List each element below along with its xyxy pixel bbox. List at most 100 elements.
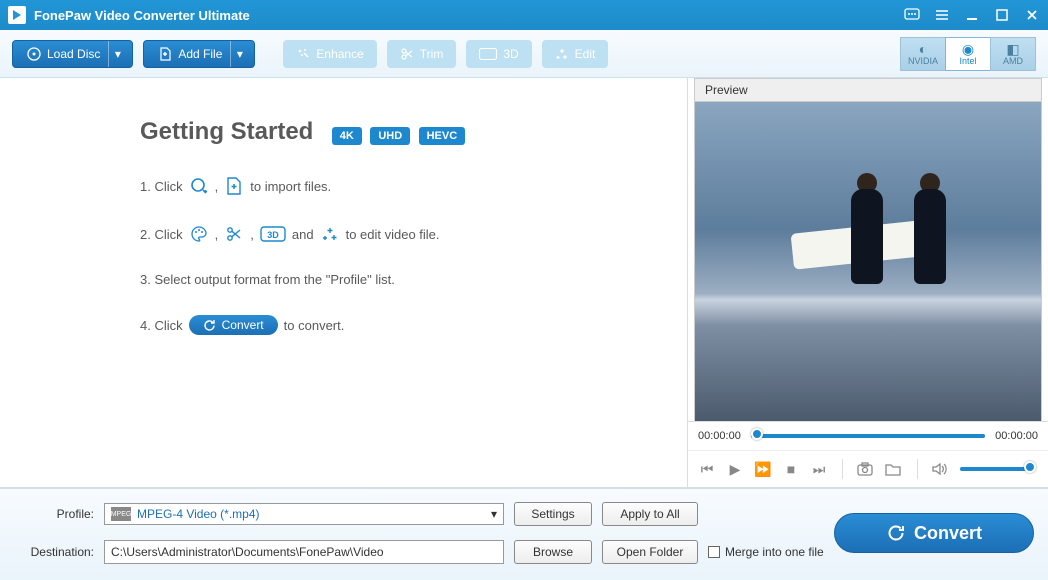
step-2: 2. Click , , 3D and to edit video file.	[140, 224, 667, 244]
settings-button[interactable]: Settings	[514, 502, 592, 526]
format-icon: MPEG	[111, 507, 131, 521]
folder-icon[interactable]	[885, 462, 903, 476]
load-disc-label: Load Disc	[47, 47, 100, 61]
step-3-text: 3. Select output format from the "Profil…	[140, 272, 395, 287]
chevron-down-icon[interactable]: ▾	[230, 41, 248, 67]
file-plus-icon	[158, 47, 172, 61]
window-controls	[904, 7, 1040, 23]
svg-text:3D: 3D	[267, 230, 279, 240]
close-icon[interactable]	[1024, 7, 1040, 23]
step-4-suffix: to convert.	[284, 318, 345, 333]
badge-4k: 4K	[332, 127, 362, 145]
menu-icon[interactable]	[934, 7, 950, 23]
convert-pill: Convert	[189, 315, 278, 335]
preview-image	[694, 102, 1042, 421]
scissors-icon	[400, 47, 414, 61]
refresh-icon	[886, 523, 906, 543]
step-1-prefix: 1. Click	[140, 179, 183, 194]
minimize-icon[interactable]	[964, 7, 980, 23]
gpu-nvidia-button[interactable]: ◐NVIDIA	[900, 37, 946, 71]
step-3: 3. Select output format from the "Profil…	[140, 272, 667, 287]
scissors-step-icon	[224, 224, 244, 244]
fast-forward-icon[interactable]: ⏩	[754, 461, 772, 478]
trim-button: Trim	[387, 40, 457, 68]
browse-button[interactable]: Browse	[514, 540, 592, 564]
titlebar: FonePaw Video Converter Ultimate	[0, 0, 1048, 30]
gpu-nvidia-label: NVIDIA	[908, 56, 938, 66]
time-current: 00:00:00	[698, 430, 741, 442]
load-disc-button[interactable]: Load Disc ▾	[12, 40, 133, 68]
badge-uhd: UHD	[370, 127, 410, 145]
preview-header: Preview	[694, 78, 1042, 102]
snapshot-icon[interactable]	[857, 462, 875, 476]
volume-slider[interactable]	[960, 467, 1030, 471]
edit-button: Edit	[542, 40, 609, 68]
play-icon[interactable]: ▶	[726, 461, 744, 478]
add-file-label: Add File	[178, 47, 222, 61]
stop-icon[interactable]: ■	[782, 461, 800, 477]
wand-icon	[296, 47, 310, 61]
merge-label: Merge into one file	[725, 545, 824, 559]
feedback-icon[interactable]	[904, 7, 920, 23]
edit-label: Edit	[575, 47, 596, 61]
sparkle-icon	[555, 47, 569, 61]
comma-1: ,	[215, 179, 219, 194]
app-title: FonePaw Video Converter Ultimate	[34, 8, 904, 23]
volume-icon[interactable]	[932, 462, 950, 476]
three-d-button: 3D	[466, 40, 531, 68]
enhance-button: Enhance	[283, 40, 376, 68]
timeline-thumb[interactable]	[751, 428, 763, 440]
maximize-icon[interactable]	[994, 7, 1010, 23]
three-d-step-icon: 3D	[260, 224, 286, 244]
step-2-prefix: 2. Click	[140, 227, 183, 242]
step-4-prefix: 4. Click	[140, 318, 183, 333]
convert-button[interactable]: Convert	[834, 513, 1034, 553]
three-d-icon	[479, 48, 497, 60]
merge-checkbox[interactable]: Merge into one file	[708, 545, 824, 559]
nvidia-icon: ◐	[919, 42, 927, 56]
destination-label: Destination:	[14, 545, 94, 559]
next-icon[interactable]: ⏭	[810, 461, 828, 478]
convert-pill-label: Convert	[222, 318, 264, 332]
bottom-bar: Profile: MPEG MPEG-4 Video (*.mp4) ▾ Set…	[0, 488, 1048, 580]
palette-icon	[189, 224, 209, 244]
comma-2a: ,	[215, 227, 219, 242]
playback-controls: ⏮ ▶ ⏩ ■ ⏭	[688, 450, 1048, 487]
gpu-intel-button[interactable]: ◉Intel	[945, 37, 991, 71]
checkbox-box-icon	[708, 546, 720, 558]
destination-input[interactable]: C:\Users\Administrator\Documents\FonePaw…	[104, 540, 504, 564]
toolbar: Load Disc ▾ Add File ▾ Enhance Trim 3D E…	[0, 30, 1048, 78]
apply-all-button[interactable]: Apply to All	[602, 502, 698, 526]
badge-hevc: HEVC	[419, 127, 466, 145]
timeline-row: 00:00:00 00:00:00	[688, 421, 1048, 450]
add-circle-icon	[189, 176, 209, 196]
open-folder-button[interactable]: Open Folder	[602, 540, 698, 564]
step-2-and: and	[292, 227, 314, 242]
step-1-suffix: to import files.	[250, 179, 331, 194]
intel-icon: ◉	[962, 42, 974, 56]
profile-value: MPEG-4 Video (*.mp4)	[137, 507, 260, 521]
gpu-amd-button[interactable]: ◧AMD	[990, 37, 1036, 71]
add-file-button[interactable]: Add File ▾	[143, 40, 255, 68]
gpu-amd-label: AMD	[1003, 56, 1023, 66]
comma-2b: ,	[250, 227, 254, 242]
getting-started-panel: Getting Started 4K UHD HEVC 1. Click , t…	[0, 78, 688, 488]
volume-thumb[interactable]	[1024, 461, 1036, 473]
gpu-acceleration-group: ◐NVIDIA ◉Intel ◧AMD	[900, 37, 1036, 71]
app-logo-icon	[8, 6, 26, 24]
profile-select[interactable]: MPEG MPEG-4 Video (*.mp4) ▾	[104, 503, 504, 525]
convert-button-label: Convert	[914, 523, 982, 544]
main-area: Getting Started 4K UHD HEVC 1. Click , t…	[0, 78, 1048, 488]
chevron-down-icon: ▾	[491, 507, 497, 521]
chevron-down-icon[interactable]: ▾	[108, 41, 126, 67]
gpu-intel-label: Intel	[959, 56, 976, 66]
refresh-icon	[203, 319, 216, 332]
getting-started-title: Getting Started	[140, 118, 313, 146]
sparkle-step-icon	[320, 224, 340, 244]
step-4: 4. Click Convert to convert.	[140, 315, 667, 335]
time-total: 00:00:00	[995, 430, 1038, 442]
preview-panel: Preview 00:00:00 00:00:00 ⏮ ▶ ⏩ ■ ⏭	[688, 78, 1048, 488]
timeline-slider[interactable]	[751, 434, 985, 438]
step-2-suffix: to edit video file.	[346, 227, 440, 242]
prev-icon[interactable]: ⏮	[698, 461, 716, 478]
